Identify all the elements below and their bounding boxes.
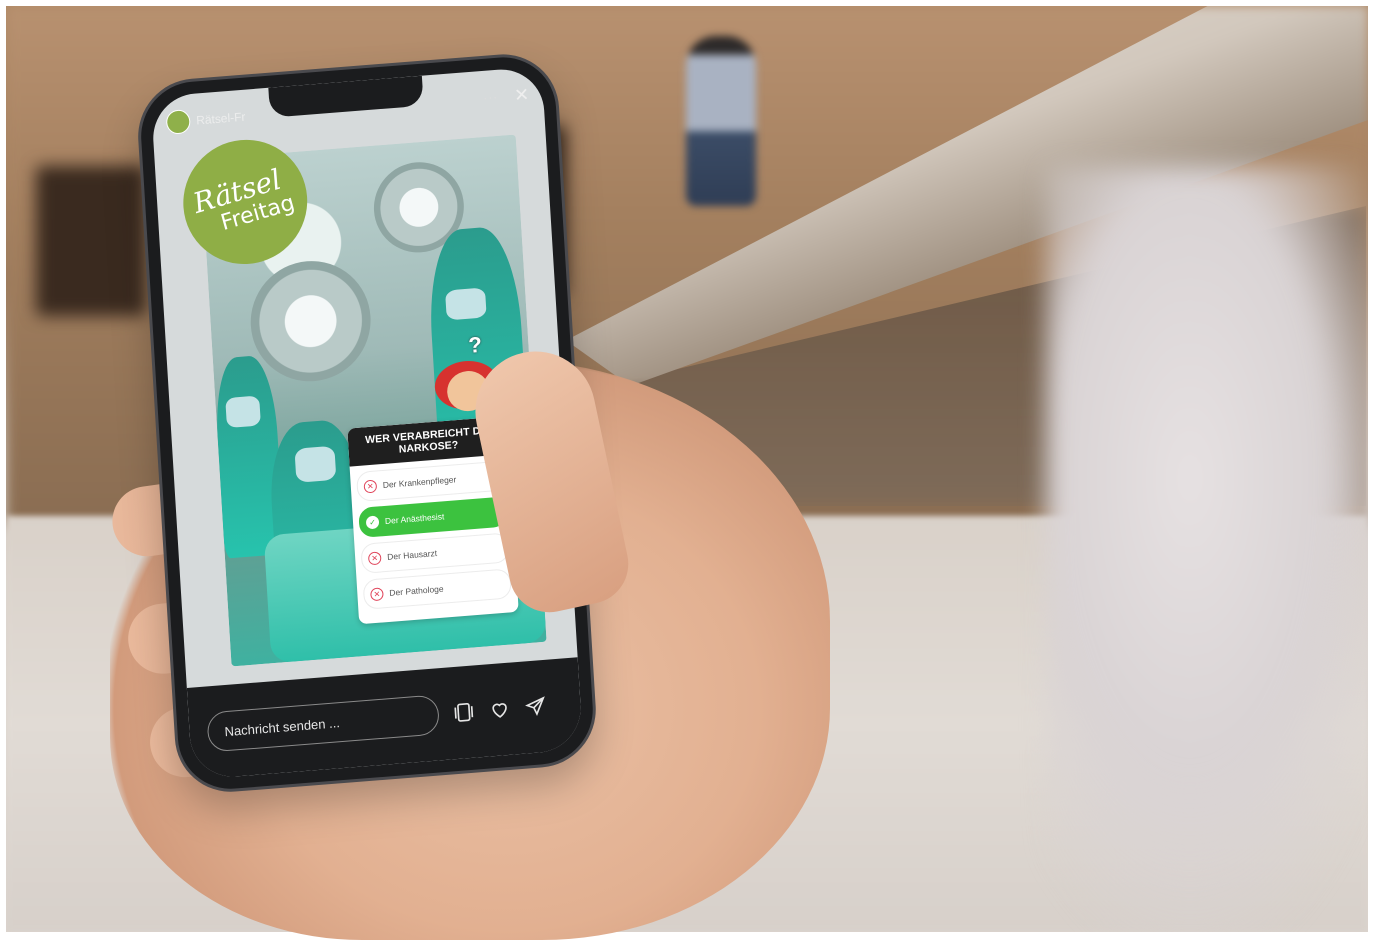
wrong-icon: ✕ <box>367 550 382 565</box>
more-icon[interactable]: ··· <box>483 90 499 105</box>
check-icon: ✓ <box>365 514 380 529</box>
close-icon[interactable]: ✕ <box>513 84 529 106</box>
quiz-option-label: Der Anästhesist <box>384 511 445 526</box>
surgeon-mask <box>225 395 261 429</box>
surgeon-mask <box>294 445 337 483</box>
account-title[interactable]: Rätsel-Fr <box>196 110 246 128</box>
story-bottom-bar: Nachricht senden ... <box>186 657 584 780</box>
quiz-option-label: Der Krankenpfleger <box>382 474 457 491</box>
doorway-left <box>36 166 146 316</box>
quiz-option-label: Der Hausarzt <box>386 547 438 562</box>
surgeon-mask <box>445 287 487 321</box>
foreground-blur <box>1046 166 1368 932</box>
quiz-option[interactable]: ✕ Der Pathologe <box>362 568 512 610</box>
blurred-person <box>686 36 756 206</box>
wrong-icon: ✕ <box>370 586 384 601</box>
wrong-icon: ✕ <box>363 479 378 494</box>
send-icon[interactable] <box>524 695 547 719</box>
surgical-lamp <box>247 256 375 386</box>
quiz-option[interactable]: ✕ Der Krankenpfleger <box>355 460 506 503</box>
stories-icon[interactable] <box>452 701 475 725</box>
message-input[interactable]: Nachricht senden ... <box>206 694 441 753</box>
quiz-option-correct[interactable]: ✓ Der Anästhesist <box>358 496 508 538</box>
account-avatar[interactable] <box>165 109 191 135</box>
quiz-option[interactable]: ✕ Der Hausarzt <box>360 532 510 574</box>
heart-icon[interactable] <box>488 698 511 722</box>
question-mark-icon: ? <box>467 331 483 358</box>
quiz-option-label: Der Pathologe <box>389 583 444 598</box>
